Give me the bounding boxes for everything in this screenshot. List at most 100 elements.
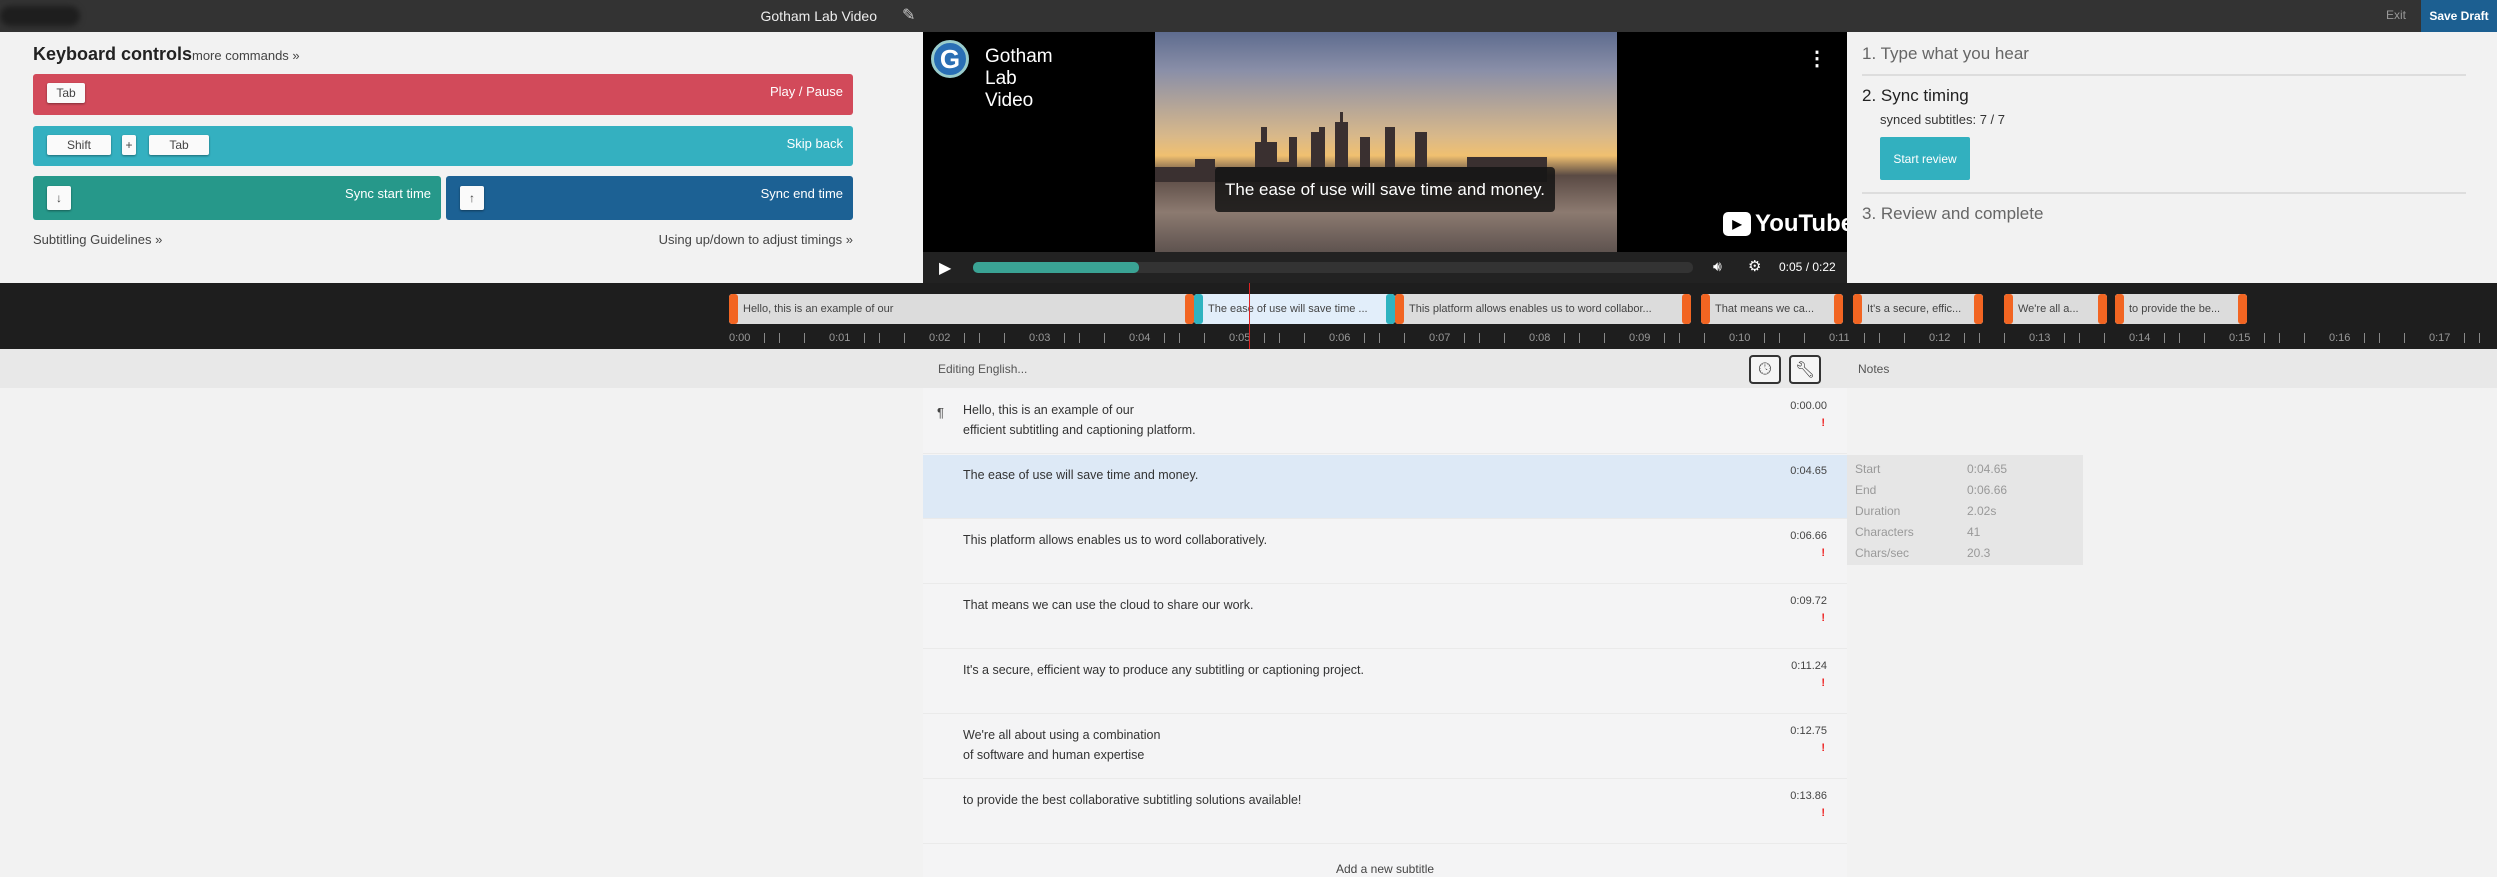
- end-handle[interactable]: [2238, 294, 2247, 324]
- end-handle[interactable]: [1386, 294, 1395, 324]
- timeline-subtitle-block[interactable]: That means we ca...: [1701, 294, 1843, 324]
- play-pause-label: Play / Pause: [770, 84, 843, 99]
- timeline-subtitle-block[interactable]: to provide the be...: [2115, 294, 2247, 324]
- tick-label: 0:14: [2129, 332, 2151, 344]
- end-handle[interactable]: [1974, 294, 1983, 324]
- save-draft-button[interactable]: Save Draft: [2421, 0, 2497, 32]
- seek-bar[interactable]: [973, 262, 1693, 273]
- subtitle-text[interactable]: Hello, this is an example of our efficie…: [963, 400, 1196, 440]
- subtitle-text[interactable]: It's a secure, efficient way to produce …: [963, 660, 1364, 680]
- more-options-icon[interactable]: ⋮: [1807, 46, 1827, 71]
- start-handle[interactable]: [729, 294, 738, 324]
- tick: [2004, 333, 2005, 343]
- timeline-subtitle-block[interactable]: Hello, this is an example of our: [729, 294, 1194, 324]
- tick: [2164, 333, 2165, 343]
- subtitling-guidelines-link[interactable]: Subtitling Guidelines »: [33, 232, 162, 247]
- start-handle[interactable]: [1701, 294, 1710, 324]
- warning-icon: !: [1821, 612, 1825, 624]
- timeline[interactable]: 0:00 0:01 0:02 0:03 0:04 0:05 0:06 0:07 0:08 0:09…: [0, 283, 2497, 349]
- start-review-button[interactable]: Start review: [1880, 137, 1970, 180]
- exit-button[interactable]: Exit: [2386, 8, 2406, 22]
- playhead[interactable]: [1249, 283, 1250, 349]
- start-handle[interactable]: [1395, 294, 1404, 324]
- timeline-subtitle-block[interactable]: We're all a...: [2004, 294, 2107, 324]
- block-text: It's a secure, effic...: [1867, 303, 1962, 315]
- start-handle[interactable]: [2115, 294, 2124, 324]
- subtitle-text[interactable]: This platform allows enables us to word …: [963, 530, 1267, 550]
- arrow-up-key-icon: ↑: [460, 186, 484, 210]
- subtitle-row[interactable]: to provide the best collaborative subtit…: [923, 780, 1847, 844]
- info-value: 20.3: [1967, 546, 1991, 560]
- video-player[interactable]: G Gotham Lab Video ⋮ The ease of use wil…: [923, 32, 1847, 283]
- wrench-icon[interactable]: 🔧︎: [1789, 355, 1821, 384]
- info-value: 0:04.65: [1967, 462, 2008, 476]
- youtube-logo[interactable]: ▶ YouTube: [1723, 210, 1847, 238]
- step-type[interactable]: 1. Type what you hear: [1862, 44, 2466, 64]
- key-tab: Tab: [47, 83, 85, 103]
- subtitle-row[interactable]: We're all about using a combination of s…: [923, 715, 1847, 779]
- subtitle-text[interactable]: We're all about using a combination of s…: [963, 725, 1160, 765]
- tick: [1864, 333, 1865, 343]
- volume-icon[interactable]: 🔊︎: [1713, 258, 1722, 275]
- subtitle-row[interactable]: ¶ Hello, this is an example of our effici…: [923, 390, 1847, 454]
- notes-label: Notes: [1858, 362, 1890, 376]
- more-commands-link[interactable]: more commands »: [192, 48, 300, 63]
- subtitle-text[interactable]: to provide the best collaborative subtit…: [963, 790, 1301, 810]
- block-text: The ease of use will save time ...: [1208, 303, 1368, 315]
- tick: [779, 333, 780, 343]
- info-key: Duration: [1855, 504, 1901, 518]
- tick: [979, 333, 980, 343]
- skip-back-label: Skip back: [786, 136, 843, 151]
- tick: [904, 333, 905, 343]
- tick: [2064, 333, 2065, 343]
- timeline-subtitle-block[interactable]: It's a secure, effic...: [1853, 294, 1983, 324]
- start-handle[interactable]: [2004, 294, 2013, 324]
- tick: [1604, 333, 1605, 343]
- start-handle[interactable]: [1194, 294, 1203, 324]
- end-handle[interactable]: [2098, 294, 2107, 324]
- gear-icon[interactable]: ⚙: [1748, 257, 1761, 275]
- tick: [1464, 333, 1465, 343]
- info-key: Start: [1855, 462, 1881, 476]
- timeline-subtitle-block[interactable]: The ease of use will save time ...: [1194, 294, 1395, 324]
- tick: [1404, 333, 1405, 343]
- video-caption: The ease of use will save time and money…: [1215, 167, 1555, 212]
- adjust-timings-link[interactable]: Using up/down to adjust timings »: [659, 232, 853, 247]
- pencil-icon[interactable]: ✎: [902, 5, 915, 25]
- channel-logo[interactable]: G: [931, 40, 969, 78]
- warning-icon: !: [1821, 547, 1825, 559]
- end-handle[interactable]: [1185, 294, 1194, 324]
- add-subtitle-button[interactable]: Add a new subtitle: [923, 862, 1847, 876]
- subtitle-text[interactable]: That means we can use the cloud to share…: [963, 595, 1253, 615]
- paragraph-icon[interactable]: ¶: [937, 405, 944, 420]
- clock-icon[interactable]: 🕓︎: [1749, 355, 1781, 384]
- end-handle[interactable]: [1682, 294, 1691, 324]
- subtitle-row[interactable]: That means we can use the cloud to share…: [923, 585, 1847, 649]
- step-review[interactable]: 3. Review and complete: [1862, 204, 2466, 224]
- tick: [1579, 333, 1580, 343]
- play-icon[interactable]: ▶: [939, 258, 951, 278]
- block-text: We're all a...: [2018, 303, 2079, 315]
- subtitle-row[interactable]: This platform allows enables us to word …: [923, 520, 1847, 584]
- warning-icon: !: [1821, 677, 1825, 689]
- tick: [879, 333, 880, 343]
- end-handle[interactable]: [1834, 294, 1843, 324]
- info-key: Characters: [1855, 525, 1914, 539]
- info-row: Characters 41: [1855, 522, 2083, 543]
- video-title[interactable]: Gotham Lab Video: [985, 46, 1053, 112]
- tick-label: 0:01: [829, 332, 851, 344]
- start-handle[interactable]: [1853, 294, 1862, 324]
- keyboard-controls-title: Keyboard controls: [33, 44, 193, 64]
- tick-label: 0:03: [1029, 332, 1051, 344]
- subtitle-row[interactable]: It's a secure, efficient way to produce …: [923, 650, 1847, 714]
- tick: [2204, 333, 2205, 343]
- key-plus: +: [122, 135, 136, 155]
- tick-label: 0:10: [1729, 332, 1751, 344]
- tick: [1879, 333, 1880, 343]
- step-sync[interactable]: 2. Sync timing: [1862, 86, 2466, 106]
- subtitle-text[interactable]: The ease of use will save time and money…: [963, 465, 1198, 485]
- timeline-subtitle-block[interactable]: This platform allows enables us to word …: [1395, 294, 1691, 324]
- tick: [1979, 333, 1980, 343]
- tick: [1264, 333, 1265, 343]
- subtitle-row[interactable]: The ease of use will save time and money…: [923, 455, 1847, 519]
